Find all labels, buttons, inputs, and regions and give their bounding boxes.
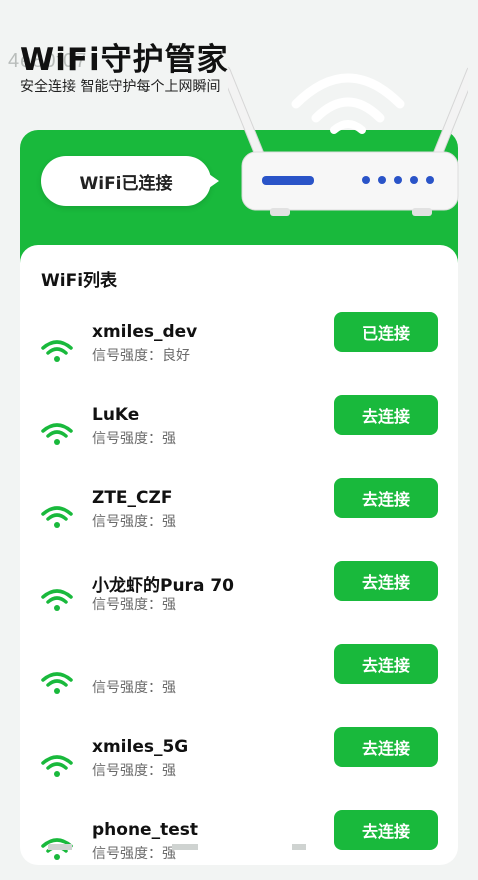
connect-button[interactable]: 去连接 — [334, 395, 438, 435]
nav-bar-hint — [292, 844, 306, 850]
connect-button[interactable]: 去连接 — [334, 478, 438, 518]
network-name: xmiles_dev — [92, 322, 198, 342]
wifi-list-item[interactable]: ZTE_CZF 信号强度：强 去连接 — [20, 478, 458, 548]
wifi-signal-icon — [40, 753, 74, 781]
app-title: WiFi守护管家 — [20, 42, 229, 78]
wifi-status-bubble: WiFi已连接 — [41, 156, 219, 206]
network-name: LuKe — [92, 405, 140, 425]
network-name: phone_test — [92, 820, 198, 840]
signal-strength: 信号强度：强 — [92, 514, 176, 530]
wifi-signal-icon — [40, 338, 74, 366]
signal-strength: 信号强度：强 — [92, 431, 176, 447]
connect-button[interactable]: 去连接 — [334, 561, 438, 601]
app-subtitle: 安全连接 智能守护每个上网瞬间 — [20, 79, 221, 95]
connect-button[interactable]: 去连接 — [334, 810, 438, 850]
wifi-status-label: WiFi已连接 — [79, 173, 173, 194]
signal-strength: 信号强度：良好 — [92, 348, 190, 364]
wifi-signal-icon — [40, 421, 74, 449]
signal-strength: 信号强度：强 — [92, 763, 176, 779]
signal-strength: 信号强度：强 — [92, 846, 176, 862]
signal-strength: 信号强度：强 — [92, 597, 176, 613]
wifi-list-item[interactable]: 信号强度：强 去连接 — [20, 644, 458, 714]
connect-button[interactable]: 去连接 — [334, 727, 438, 767]
wifi-list-title: WiFi列表 — [41, 271, 118, 291]
network-name: xmiles_5G — [92, 737, 189, 757]
wifi-signal-icon — [40, 587, 74, 615]
router-icon — [228, 66, 468, 216]
wifi-list-item[interactable]: phone_test 信号强度：强 去连接 — [20, 810, 458, 880]
wifi-list-item[interactable]: xmiles_5G 信号强度：强 去连接 — [20, 727, 458, 797]
connected-button[interactable]: 已连接 — [334, 312, 438, 352]
wifi-signal-icon — [40, 836, 74, 864]
network-name: 小龙虾的Pura 70 — [92, 576, 234, 596]
bubble-tail — [209, 174, 219, 188]
nav-bar-hint — [172, 844, 198, 850]
nav-bar-hint — [48, 844, 72, 850]
wifi-list-item[interactable]: xmiles_dev 信号强度：良好 已连接 — [20, 312, 458, 382]
wifi-signal-icon — [40, 670, 74, 698]
signal-strength: 信号强度：强 — [92, 680, 176, 696]
network-name: ZTE_CZF — [92, 488, 173, 508]
wifi-list-item[interactable]: 小龙虾的Pura 70 信号强度：强 去连接 — [20, 561, 458, 631]
wifi-signal-icon — [40, 504, 74, 532]
wifi-list-item[interactable]: LuKe 信号强度：强 去连接 — [20, 395, 458, 465]
connect-button[interactable]: 去连接 — [334, 644, 438, 684]
